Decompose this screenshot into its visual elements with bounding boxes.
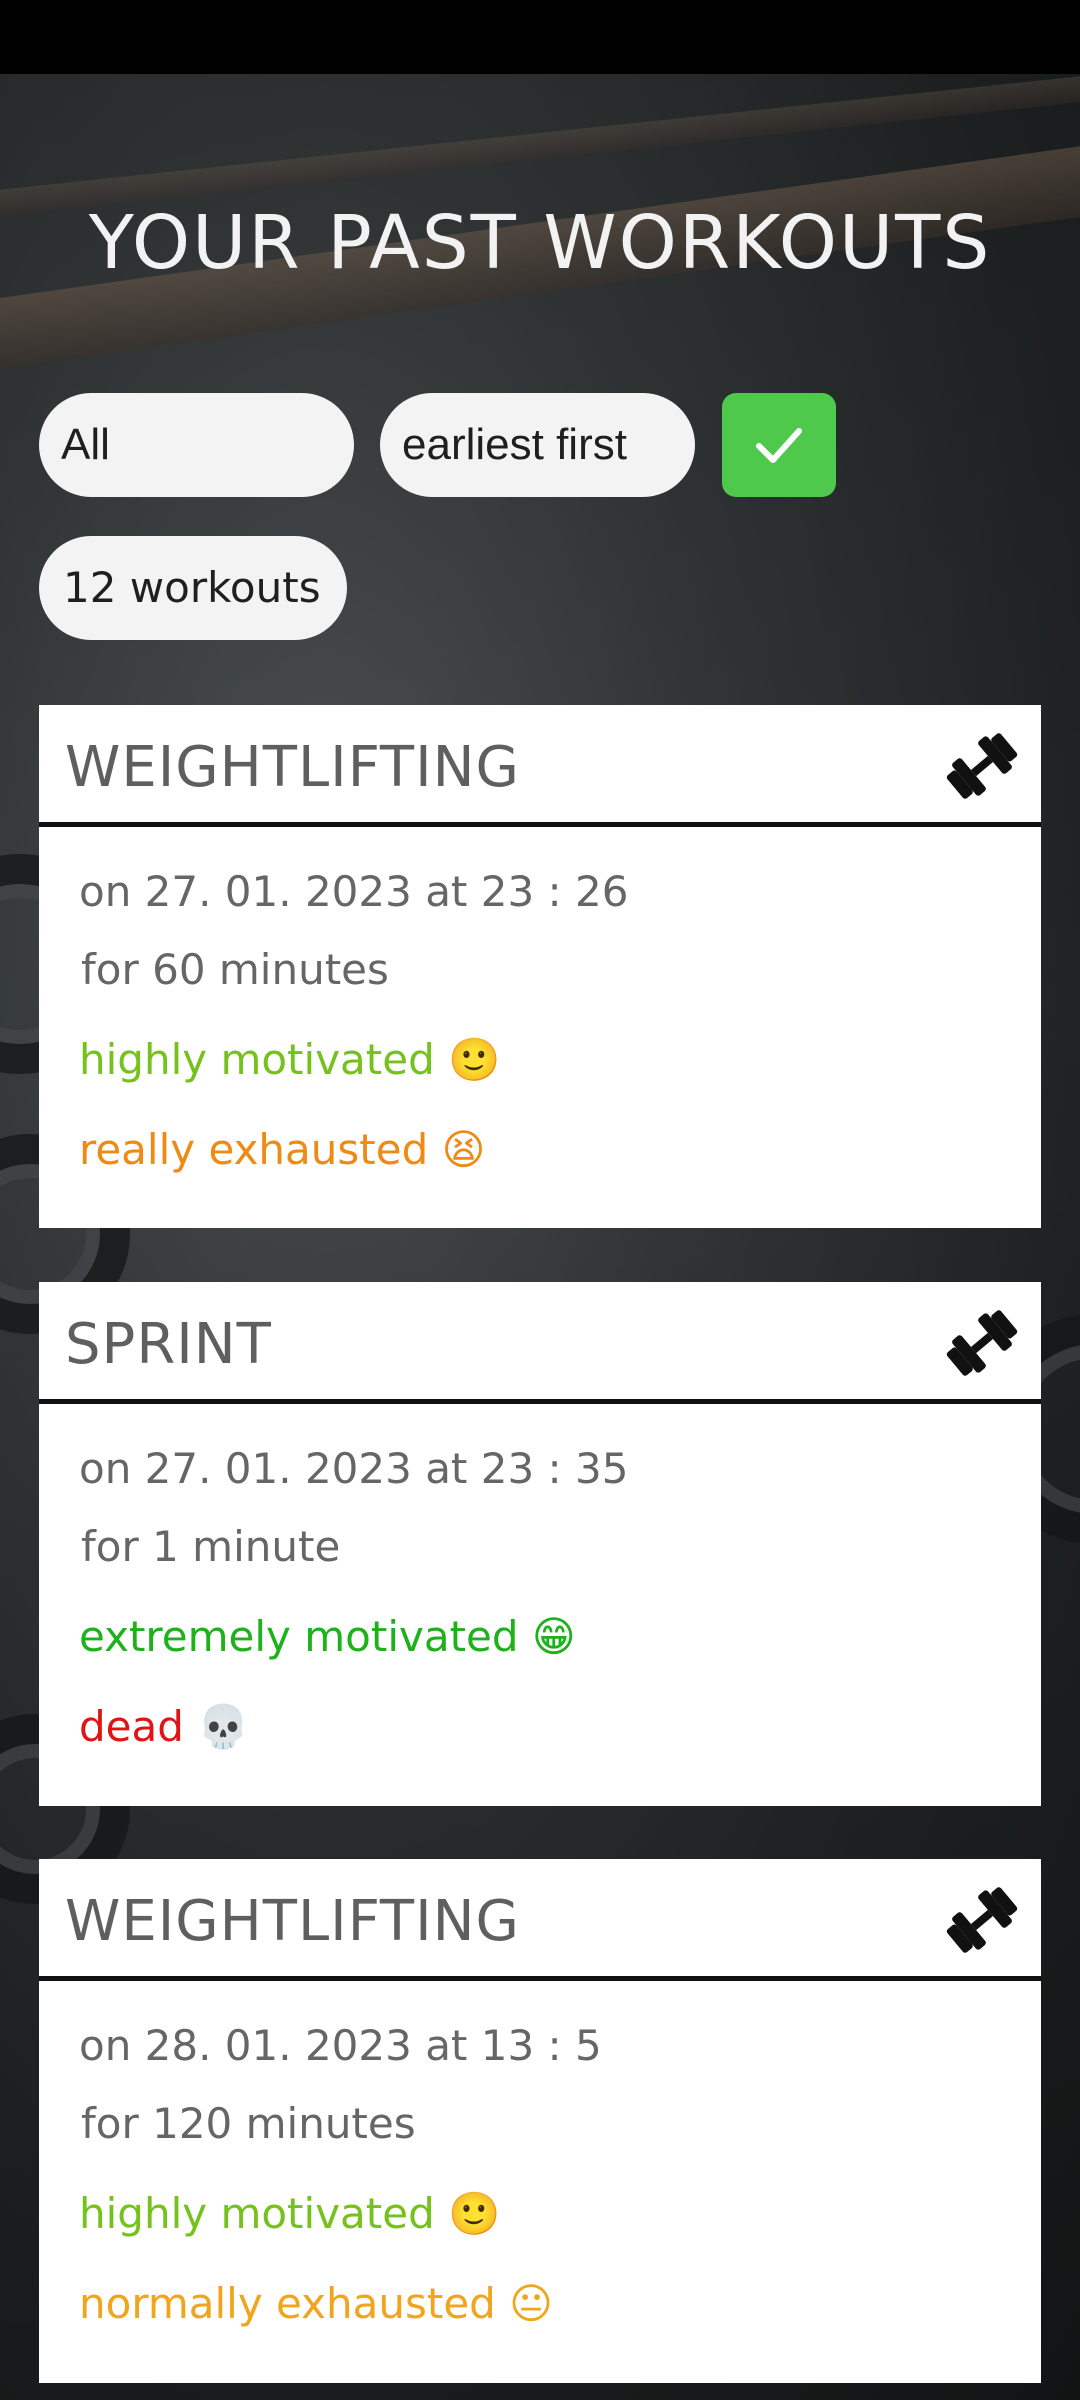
workout-card[interactable]: WEIGHTLIFTING on 27. 01. 2023 at 23 : 26… <box>39 705 1041 1228</box>
sort-order-value: earliest first <box>402 420 627 469</box>
workout-duration: for 1 minute <box>81 1522 341 1571</box>
workout-card-header: SPRINT <box>39 1282 1041 1404</box>
workout-motivation: extremely motivated 😁 <box>79 1612 576 1661</box>
workout-exhaustion: normally exhausted 😐 <box>79 2279 553 2328</box>
workout-count-badge: 12 workouts <box>39 536 347 640</box>
workout-duration: for 120 minutes <box>81 2099 416 2148</box>
workout-title: SPRINT <box>65 1312 272 1377</box>
workout-title: WEIGHTLIFTING <box>65 1889 520 1954</box>
workout-duration: for 60 minutes <box>81 945 389 994</box>
workout-card[interactable]: WEIGHTLIFTING on 28. 01. 2023 at 13 : 5 … <box>39 1859 1041 2383</box>
workout-exhaustion: dead 💀 <box>79 1702 250 1751</box>
workout-motivation: highly motivated 🙂 <box>79 2189 501 2238</box>
workout-date: on 28. 01. 2023 at 13 : 5 <box>79 2021 602 2070</box>
workout-motivation: highly motivated 🙂 <box>79 1035 501 1084</box>
page-title: YOUR PAST WORKOUTS <box>88 200 992 286</box>
workout-type-select[interactable]: All <box>39 393 354 497</box>
workout-date: on 27. 01. 2023 at 23 : 26 <box>79 867 629 916</box>
dumbbell-icon <box>946 1887 1018 1953</box>
workout-card-header: WEIGHTLIFTING <box>39 705 1041 827</box>
workout-type-value: All <box>61 420 110 469</box>
workout-card-header: WEIGHTLIFTING <box>39 1859 1041 1981</box>
apply-filter-button[interactable] <box>722 393 836 497</box>
workout-date: on 27. 01. 2023 at 23 : 35 <box>79 1444 629 1493</box>
workout-title: WEIGHTLIFTING <box>65 735 520 800</box>
status-bar <box>0 0 1080 74</box>
workout-count-label: 12 workouts <box>63 563 321 612</box>
sort-order-select[interactable]: earliest first <box>380 393 695 497</box>
dumbbell-icon <box>946 1310 1018 1376</box>
workout-card[interactable]: SPRINT on 27. 01. 2023 at 23 : 35 for 1 … <box>39 1282 1041 1806</box>
workout-exhaustion: really exhausted 😫 <box>79 1125 486 1174</box>
dumbbell-icon <box>946 733 1018 799</box>
checkmark-icon <box>756 428 802 463</box>
